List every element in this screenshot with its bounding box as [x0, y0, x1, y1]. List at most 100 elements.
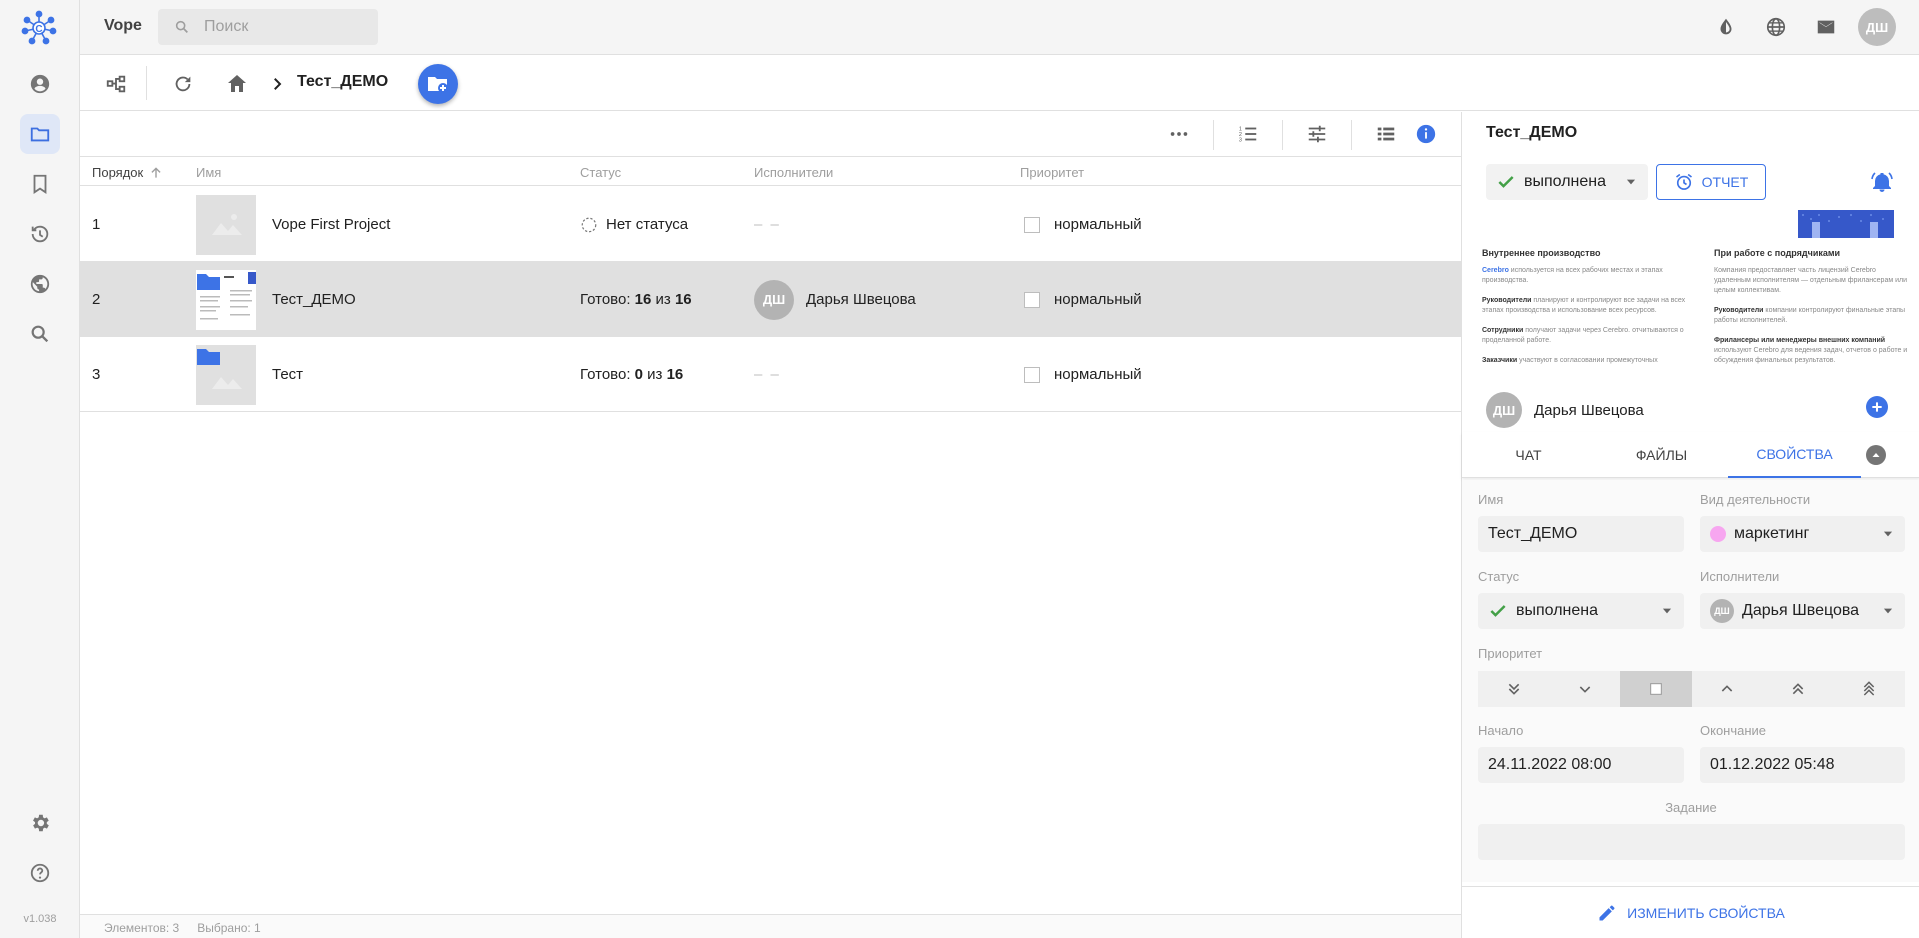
table-row[interactable]: 3 Тест Готово: 0 из 16 – – нормальный — [80, 337, 1461, 412]
language-globe-icon — [1766, 17, 1786, 37]
column-status[interactable]: Статус — [580, 165, 621, 180]
report-button[interactable]: ОТЧЕТ — [1656, 164, 1766, 200]
priority-lowest-button[interactable] — [1478, 671, 1550, 707]
add-folder-button[interactable] — [418, 64, 458, 104]
tune-icon — [1308, 125, 1326, 143]
add-assignee-button[interactable] — [1866, 396, 1888, 418]
task-field[interactable] — [1478, 824, 1905, 860]
help-nav-button[interactable] — [20, 853, 60, 893]
preview-image — [1798, 210, 1894, 238]
assignees-label: Исполнители — [1700, 569, 1780, 584]
end-label: Окончание — [1700, 723, 1767, 738]
column-priority[interactable]: Приоритет — [1020, 165, 1084, 180]
row-priority[interactable]: нормальный — [1024, 262, 1142, 337]
elements-count: Элементов: 3 — [104, 921, 180, 935]
plus-icon — [1872, 402, 1882, 412]
search-icon — [31, 325, 49, 343]
alarm-clock-icon — [1675, 173, 1692, 190]
name-field[interactable]: Тест_ДЕМО — [1478, 516, 1684, 552]
left-rail: C v1.038 — [0, 0, 80, 938]
table-row[interactable]: 1 Vope First Project Нет статуса – – нор… — [80, 187, 1461, 262]
activity-label: Вид деятельности — [1700, 492, 1811, 507]
status-dropdown[interactable]: выполнена — [1486, 164, 1648, 200]
home-button[interactable] — [222, 69, 252, 99]
row-assignees[interactable]: ДШ Дарья Швецова — [754, 262, 916, 337]
assignee-avatar: ДШ — [754, 279, 794, 320]
settings-nav-button[interactable] — [20, 803, 60, 843]
priority-highest-button[interactable] — [1833, 671, 1906, 707]
activity-dropdown[interactable]: маркетинг — [1700, 516, 1905, 552]
tab-chat[interactable]: ЧАТ — [1462, 432, 1595, 478]
row-order: 2 — [92, 291, 101, 308]
refresh-button[interactable] — [168, 69, 198, 99]
tree-view-button[interactable] — [101, 69, 131, 99]
breadcrumb-current[interactable]: Тест_ДЕМО — [297, 73, 388, 91]
row-name[interactable]: Тест_ДЕМО — [272, 262, 356, 337]
row-status[interactable]: Нет статуса — [580, 187, 688, 262]
search-box[interactable] — [158, 9, 378, 45]
priority-normal-button[interactable] — [1620, 671, 1692, 707]
end-date-field[interactable]: 01.12.2022 05:48 — [1700, 747, 1905, 783]
assignee-avatar: ДШ — [1710, 599, 1734, 623]
home-icon — [228, 75, 246, 92]
path-toolbar: Тест_ДЕМО — [80, 56, 1919, 111]
task-thumbnail — [196, 270, 256, 330]
more-button[interactable] — [1164, 119, 1194, 149]
task-thumbnail — [196, 345, 256, 405]
start-label: Начало — [1478, 723, 1524, 738]
filter-settings-button[interactable] — [1302, 119, 1332, 149]
tab-properties[interactable]: СВОЙСТВА — [1728, 432, 1861, 478]
globe-nav-button[interactable] — [20, 264, 60, 304]
search-nav-button[interactable] — [20, 314, 60, 354]
list-numbered-button[interactable]: 123 — [1233, 119, 1263, 149]
list-view-button[interactable] — [1371, 119, 1401, 149]
messages-button[interactable] — [1812, 13, 1840, 41]
sort-ascending-icon — [151, 166, 161, 178]
notifications-button[interactable] — [1870, 170, 1894, 194]
row-status[interactable]: Готово: 16 из 16 — [580, 262, 692, 337]
row-priority[interactable]: нормальный — [1024, 337, 1142, 412]
info-button[interactable] — [1411, 119, 1441, 149]
square-icon — [1650, 683, 1662, 695]
column-assignees[interactable]: Исполнители — [754, 165, 833, 180]
profile-nav-button[interactable] — [20, 64, 60, 104]
edit-properties-button[interactable]: ИЗМЕНИТЬ СВОЙСТВА — [1462, 886, 1919, 938]
priority-low-button[interactable] — [1549, 671, 1621, 707]
tab-files[interactable]: ФАЙЛЫ — [1595, 432, 1728, 478]
column-order[interactable]: Порядок — [92, 165, 163, 180]
caret-down-icon — [1883, 531, 1893, 537]
priority-selector — [1478, 671, 1906, 707]
row-name[interactable]: Тест — [272, 337, 303, 412]
table-row-selected[interactable]: 2 Тест_ДЕМО Готово: 16 из 16 ДШ Дарья Шв… — [80, 262, 1461, 337]
app-name: Vope — [104, 17, 142, 34]
document-preview[interactable]: Внутреннее производство При работе с под… — [1480, 210, 1910, 380]
properties-form: Имя Тест_ДЕМО Вид деятельности маркетинг… — [1462, 480, 1919, 882]
breadcrumb-separator — [262, 69, 292, 99]
app-logo-icon[interactable]: C — [20, 9, 58, 47]
toolbar-divider — [1282, 120, 1283, 150]
priority-higher-button[interactable] — [1762, 671, 1834, 707]
row-priority[interactable]: нормальный — [1024, 187, 1142, 262]
selected-count: Выбрано: 1 — [197, 921, 261, 935]
status-field[interactable]: выполнена — [1478, 593, 1684, 629]
bookmarks-nav-button[interactable] — [20, 164, 60, 204]
row-assignees: – – — [754, 366, 781, 383]
row-status[interactable]: Готово: 0 из 16 — [580, 337, 683, 412]
collapse-preview-button[interactable] — [1866, 445, 1886, 465]
panel-assignee[interactable]: ДШ Дарья Швецова — [1486, 392, 1644, 428]
language-button[interactable] — [1762, 13, 1790, 41]
priority-high-button[interactable] — [1691, 671, 1763, 707]
assignees-dropdown[interactable]: ДШ Дарья Швецова — [1700, 593, 1905, 629]
search-input[interactable] — [204, 18, 354, 36]
column-name[interactable]: Имя — [196, 165, 221, 180]
svg-text:C: C — [35, 24, 42, 35]
theme-toggle-button[interactable] — [1712, 13, 1740, 41]
folders-nav-button[interactable] — [20, 114, 60, 154]
document-preview-icon — [196, 270, 256, 330]
user-avatar[interactable]: ДШ — [1858, 8, 1896, 46]
row-name[interactable]: Vope First Project — [272, 187, 390, 262]
history-nav-button[interactable] — [20, 214, 60, 254]
caret-down-icon — [1883, 608, 1893, 614]
start-date-field[interactable]: 24.11.2022 08:00 — [1478, 747, 1684, 783]
name-label: Имя — [1478, 492, 1504, 507]
